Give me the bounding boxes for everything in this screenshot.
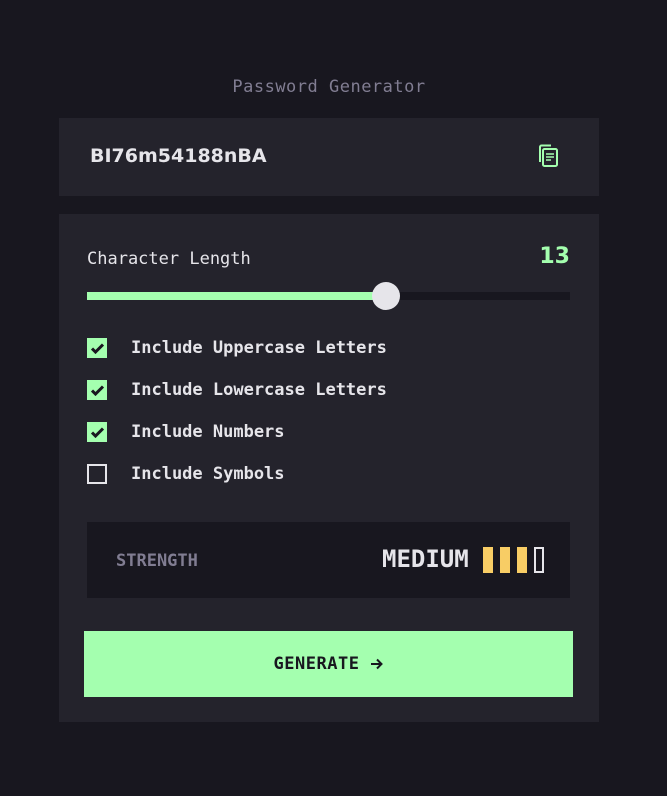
generate-label: GENERATE: [273, 654, 360, 674]
uppercase-checkbox[interactable]: [87, 338, 107, 358]
strength-level: MEDIUM: [382, 545, 469, 573]
strength-bar: [534, 547, 544, 573]
password-output: BI76m54188nBA: [59, 118, 599, 196]
option-uppercase[interactable]: Include Uppercase Letters: [87, 338, 387, 358]
option-symbols[interactable]: Include Symbols: [87, 464, 285, 484]
settings-panel: Character Length 13 Include Uppercase Le…: [59, 214, 599, 722]
strength-meter: STRENGTH MEDIUM: [87, 522, 570, 598]
length-slider-fill: [87, 292, 386, 300]
arrow-right-icon: [371, 658, 384, 670]
check-icon: [90, 342, 104, 354]
option-lowercase[interactable]: Include Lowercase Letters: [87, 380, 387, 400]
generate-button[interactable]: GENERATE: [84, 631, 573, 697]
page-title: Password Generator: [232, 77, 426, 97]
symbols-checkbox[interactable]: [87, 464, 107, 484]
lowercase-label: Include Lowercase Letters: [131, 380, 387, 400]
password-text: BI76m54188nBA: [90, 145, 267, 167]
character-length-value: 13: [539, 244, 570, 269]
symbols-label: Include Symbols: [131, 464, 285, 484]
numbers-label: Include Numbers: [131, 422, 285, 442]
option-numbers[interactable]: Include Numbers: [87, 422, 285, 442]
uppercase-label: Include Uppercase Letters: [131, 338, 387, 358]
check-icon: [90, 426, 104, 438]
numbers-checkbox[interactable]: [87, 422, 107, 442]
strength-label: STRENGTH: [116, 551, 198, 571]
copy-button[interactable]: [537, 143, 563, 171]
check-icon: [90, 384, 104, 396]
strength-bar: [483, 547, 493, 573]
length-slider[interactable]: [87, 282, 570, 310]
copy-icon: [539, 144, 558, 167]
strength-bar: [500, 547, 510, 573]
lowercase-checkbox[interactable]: [87, 380, 107, 400]
character-length-label: Character Length: [87, 249, 251, 269]
strength-bar: [517, 547, 527, 573]
length-slider-thumb[interactable]: [372, 282, 400, 310]
